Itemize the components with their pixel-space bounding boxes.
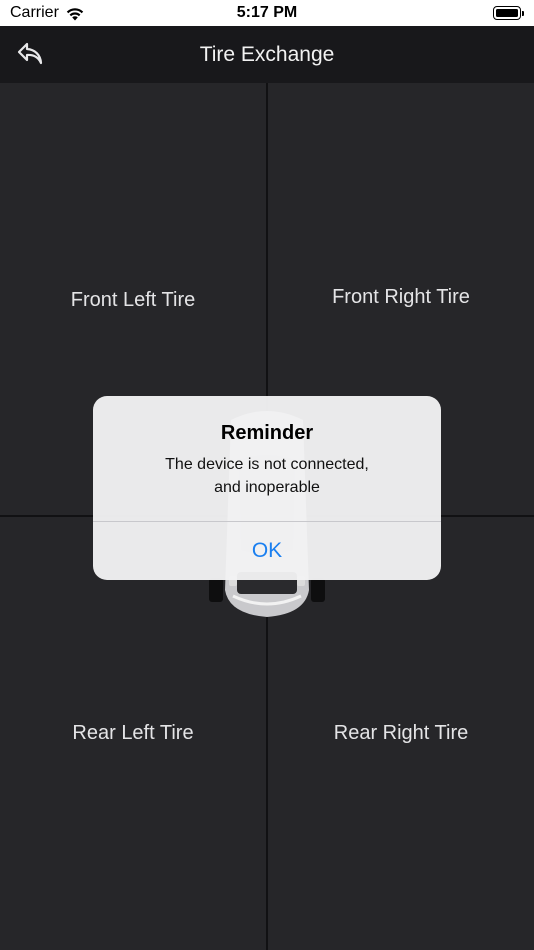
status-left: Carrier	[10, 4, 85, 22]
front-right-tire-label: Front Right Tire	[332, 285, 470, 308]
alert-title: Reminder	[220, 422, 314, 444]
rear-left-tire-label: Rear Left Tire	[72, 722, 194, 744]
nav-bar: Tire Exchange	[0, 26, 534, 83]
ok-button[interactable]: OK	[93, 522, 441, 580]
wifi-icon	[65, 6, 85, 21]
back-button[interactable]	[12, 36, 48, 72]
back-arrow-icon	[17, 42, 43, 65]
front-left-tire-label: Front Left Tire	[70, 288, 196, 311]
status-bar: Carrier 5:17 PM	[0, 0, 534, 26]
alert-message-line-1: The device is not connected,	[165, 456, 369, 473]
reminder-alert: Reminder The device is not connected, an…	[93, 396, 441, 580]
alert-message-line-2: and inoperable	[214, 479, 320, 496]
alert-message: The device is not connected, and inopera…	[93, 453, 441, 499]
battery-icon	[493, 6, 524, 20]
rear-right-tire-label: Rear Right Tire	[333, 722, 469, 744]
page-title: Tire Exchange	[199, 42, 335, 66]
carrier-label: Carrier	[10, 4, 59, 21]
